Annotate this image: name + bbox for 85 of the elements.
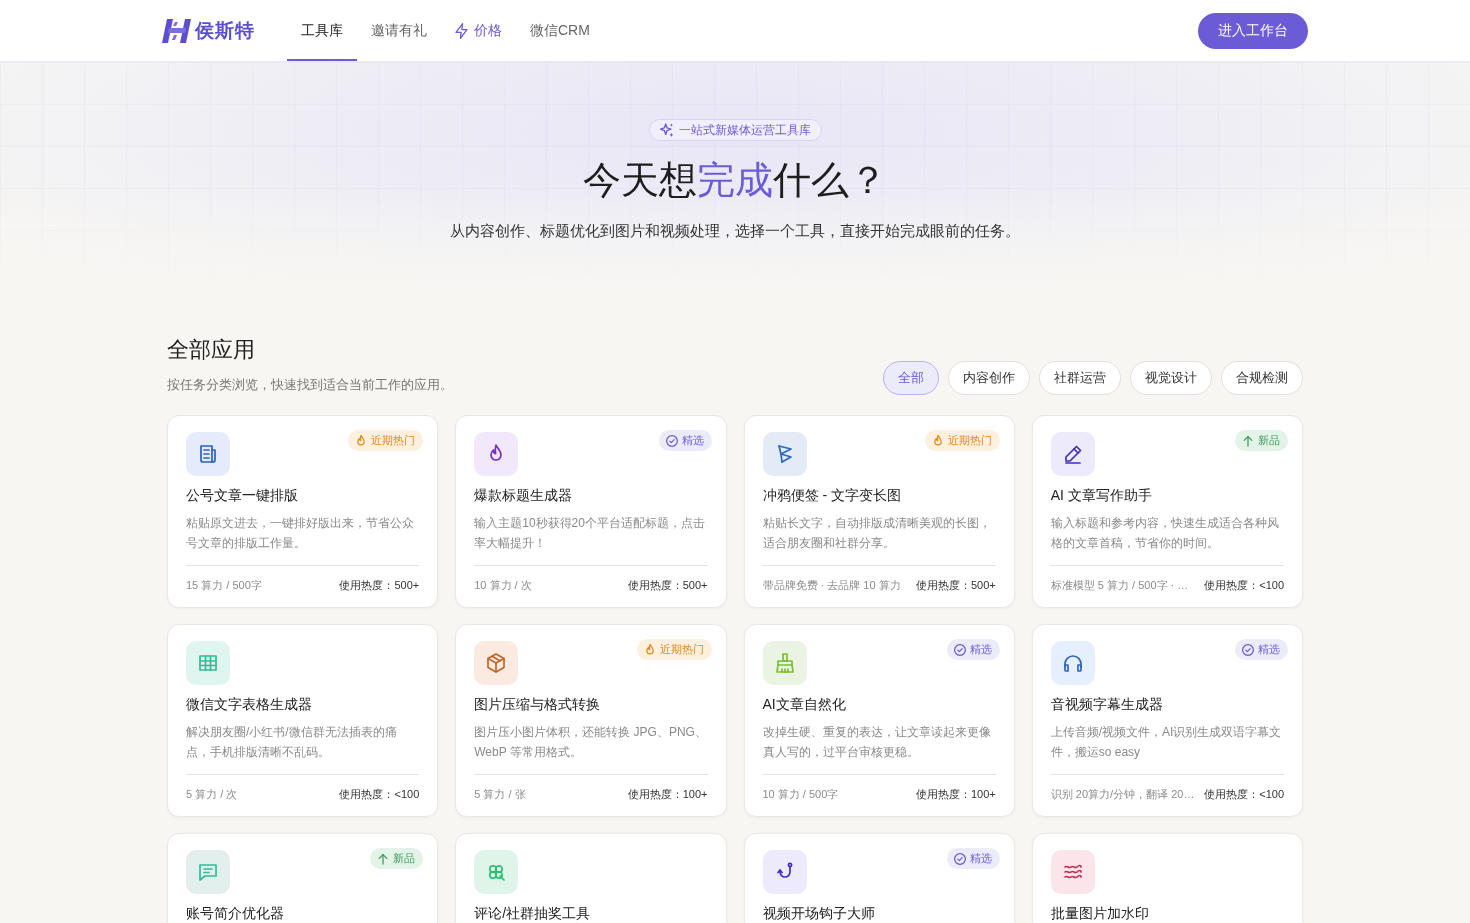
cost-text: 10 算力 / 次 xyxy=(474,578,532,593)
usage-text: 使用热度：500+ xyxy=(627,578,708,593)
tool-title: 音视频字幕生成器 xyxy=(1050,695,1163,713)
tool-card[interactable]: 近期热门 图片压缩与格式转换 图片压小图片体积，还能转换 JPG、PNG、WebP 等常用格式。 5 算力 / 张 使用热度：100+ xyxy=(455,624,727,817)
tool-title: 评论/社群抽奖工具 xyxy=(474,904,591,922)
tool-card[interactable]: 精选 AI文章自然化 改掉生硬、重复的表达，让文章读起来更像真人写的，过平台审核更稳。 10 算力 / 500字 使用热度：100+ xyxy=(743,624,1015,817)
usage-text: 使用热度：100+ xyxy=(915,787,996,802)
sparkle-icon xyxy=(659,123,674,137)
usage-text: 使用热度：<100 xyxy=(1204,787,1284,802)
arrow-up-icon xyxy=(377,852,390,865)
cost-text: 标准模型 5 算力 / 500字 · … xyxy=(1050,578,1189,593)
badge-label: 新品 xyxy=(393,851,416,866)
cost-text: 15 算力 / 500字 xyxy=(186,578,262,593)
tool-card[interactable]: 新品 账号简介优化器 xyxy=(167,833,439,923)
tool-description: 改掉生硬、重复的表达，让文章读起来更像真人写的，过平台审核更稳。 xyxy=(762,724,992,761)
tool-card[interactable]: 新品 AI 文章写作助手 输入标题和参考内容，快速生成适合各种风格的文章首稿，节省你的时间。 标准模型 5 算力 / 500字 · … 使用热度：<100 xyxy=(1031,415,1303,608)
section-title: 全部应用 xyxy=(167,336,256,364)
nav-tab[interactable]: 微信CRM xyxy=(516,0,604,61)
filter-chip[interactable]: 视觉设计 xyxy=(1130,361,1212,395)
badge-label: 精选 xyxy=(1258,642,1280,657)
badge-label: 新品 xyxy=(1258,433,1280,448)
filter-chip[interactable]: 社群运营 xyxy=(1039,361,1121,395)
tool-card[interactable]: 精选 爆款标题生成器 输入主题10秒获得20个平台适配标题，点击率大幅提升！ 10 算力 / 次 使用热度：500+ xyxy=(455,415,727,608)
tool-card[interactable]: 批量图片加水印 xyxy=(1031,833,1303,923)
lightning-icon xyxy=(455,22,468,39)
nav-tab[interactable]: 工具库 xyxy=(287,0,357,61)
badge-label: 近期热门 xyxy=(371,433,416,448)
logo-icon[interactable] xyxy=(162,17,192,44)
tool-title: AI 文章写作助手 xyxy=(1050,486,1152,504)
badge-label: 精选 xyxy=(969,851,992,866)
hero-title: 今天想完成什么？ xyxy=(582,158,888,203)
tool-card[interactable]: 精选 视频开场钩子大师 xyxy=(743,833,1015,923)
tool-card[interactable]: 精选 音视频字幕生成器 上传音频/视频文件，AI识别生成双语字幕文件，搬运so easy 识别 20算力/分钟，翻译 20… 使用热度：<100 xyxy=(1031,624,1303,817)
tool-card[interactable]: 评论/社群抽奖工具 xyxy=(455,833,727,923)
tool-title: 冲鸦便签 - 文字变长图 xyxy=(762,486,901,504)
cost-text: 带品牌免费 · 去品牌 10 算力 xyxy=(762,578,901,593)
usage-text: 使用热度：500+ xyxy=(915,578,996,593)
flame-icon xyxy=(931,434,944,447)
flame-icon xyxy=(643,643,656,656)
filter-chip[interactable]: 合规检测 xyxy=(1221,361,1303,395)
tool-description: 粘贴长文字，自动排版成清晰美观的长图，适合朋友圈和社群分享。 xyxy=(762,515,992,552)
tool-description: 上传音频/视频文件，AI识别生成双语字幕文件，搬运so easy xyxy=(1050,724,1283,761)
tool-card[interactable]: 微信文字表格生成器 解决朋友圈/小红书/微信群无法插表的痛点，手机排版清晰不乱码。 5 算力 / 次 使用热度：<100 xyxy=(167,624,439,817)
badge-label: 近期热门 xyxy=(659,642,704,657)
filter-chip[interactable]: 全部 xyxy=(883,361,939,395)
check-circle-icon xyxy=(665,434,678,447)
workspace-button[interactable]: 进入工作台 xyxy=(1198,12,1308,49)
badge-label: 精选 xyxy=(969,642,992,657)
tool-description: 解决朋友圈/小红书/微信群无法插表的痛点，手机排版清晰不乱码。 xyxy=(186,724,398,761)
usage-text: 使用热度：<100 xyxy=(339,787,420,802)
cost-text: 5 算力 / 次 xyxy=(186,787,238,802)
tool-title: 微信文字表格生成器 xyxy=(186,695,312,713)
logo-text[interactable]: 侯斯特 xyxy=(195,17,255,44)
badge-label: 近期热门 xyxy=(947,433,992,448)
usage-text: 使用热度：<100 xyxy=(1204,578,1284,593)
cost-text: 识别 20算力/分钟，翻译 20… xyxy=(1050,787,1195,802)
arrow-up-icon xyxy=(1242,434,1254,447)
section-subtitle: 按任务分类浏览，快速找到适合当前工作的应用。 xyxy=(167,376,453,394)
tool-title: 视频开场钩子大师 xyxy=(762,904,875,922)
usage-text: 使用热度：100+ xyxy=(627,787,708,802)
tool-card[interactable]: 近期热门 公号文章一键排版 粘贴原文进去，一键排好版出来，节省公众号文章的排版工作量。 15 算力 / 500字 使用热度：500+ xyxy=(167,415,439,608)
tool-description: 输入主题10秒获得20个平台适配标题，点击率大幅提升！ xyxy=(474,515,706,552)
tool-description: 图片压小图片体积，还能转换 JPG、PNG、WebP 等常用格式。 xyxy=(474,724,708,761)
tool-title: 公号文章一键排版 xyxy=(186,486,298,504)
badge-label: 精选 xyxy=(681,433,704,448)
hero-subtitle: 从内容创作、标题优化到图片和视频处理，选择一个工具，直接开始完成眼前的任务。 xyxy=(449,221,1021,241)
tool-title: 爆款标题生成器 xyxy=(474,486,573,504)
tool-description: 粘贴原文进去，一键排好版出来，节省公众号文章的排版工作量。 xyxy=(186,515,415,552)
nav-tab[interactable]: 邀请有礼 xyxy=(357,0,441,61)
tool-title: 批量图片加水印 xyxy=(1050,904,1149,922)
tool-title: 图片压缩与格式转换 xyxy=(474,695,601,713)
check-circle-icon xyxy=(1242,643,1254,656)
tagline-text: 一站式新媒体运营工具库 xyxy=(678,121,811,139)
flame-icon xyxy=(355,434,368,447)
tool-title: 账号简介优化器 xyxy=(186,904,284,922)
tool-card[interactable]: 近期热门 冲鸦便签 - 文字变长图 粘贴长文字，自动排版成清晰美观的长图，适合朋友圈和社群分享。 带品牌免费 · 去品牌 10 算力 使用热度：500+ xyxy=(743,415,1015,608)
tool-description: 输入标题和参考内容，快速生成适合各种风格的文章首稿，节省你的时间。 xyxy=(1050,515,1280,552)
cost-text: 5 算力 / 张 xyxy=(474,787,526,802)
usage-text: 使用热度：500+ xyxy=(339,578,420,593)
filter-chip[interactable]: 内容创作 xyxy=(948,361,1030,395)
check-circle-icon xyxy=(953,643,966,656)
tool-title: AI文章自然化 xyxy=(762,695,846,713)
cost-text: 10 算力 / 500字 xyxy=(762,787,839,802)
check-circle-icon xyxy=(953,852,966,865)
nav-tab[interactable]: 价格 xyxy=(441,0,516,61)
